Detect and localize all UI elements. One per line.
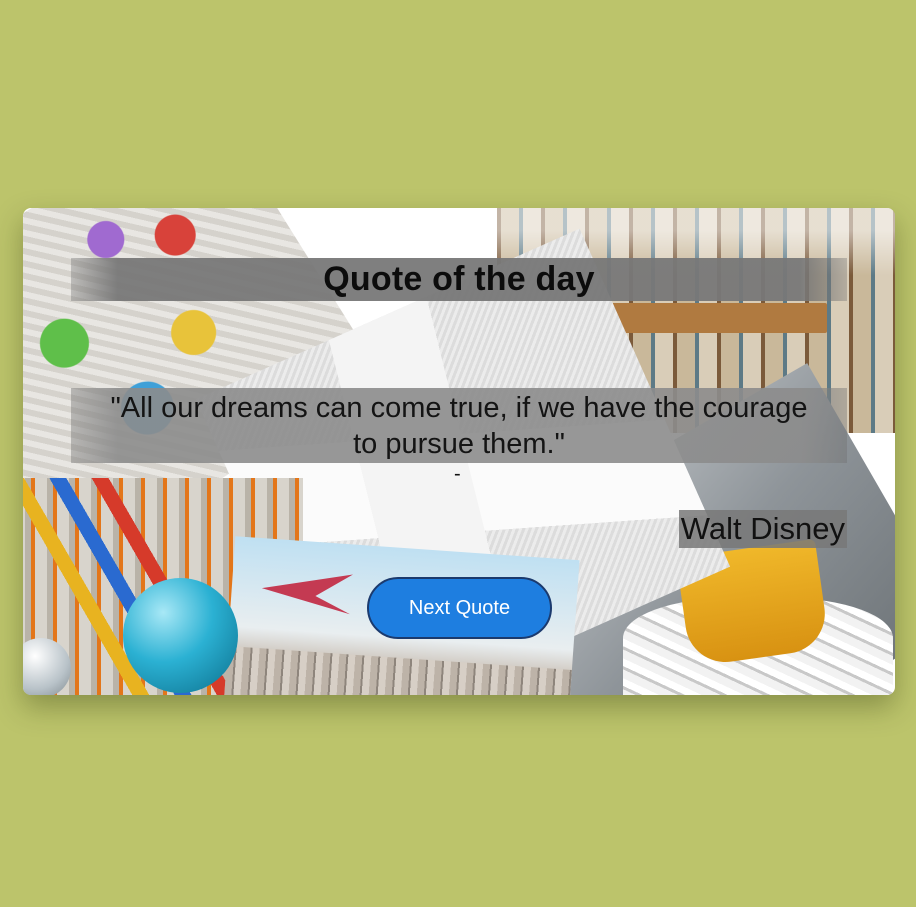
quote-panel: "All our dreams can come true, if we hav… bbox=[71, 388, 847, 463]
author-separator: - bbox=[454, 463, 461, 485]
collage-image-blue-sphere bbox=[123, 578, 238, 693]
page-title: Quote of the day bbox=[323, 260, 595, 298]
author-panel: Walt Disney bbox=[678, 510, 847, 548]
title-panel: Quote of the day bbox=[71, 258, 847, 301]
quote-author: Walt Disney bbox=[680, 511, 845, 546]
next-quote-button[interactable]: Next Quote bbox=[367, 577, 552, 639]
quote-text: "All our dreams can come true, if we hav… bbox=[110, 391, 808, 460]
quote-card: Quote of the day "All our dreams can com… bbox=[23, 208, 895, 695]
